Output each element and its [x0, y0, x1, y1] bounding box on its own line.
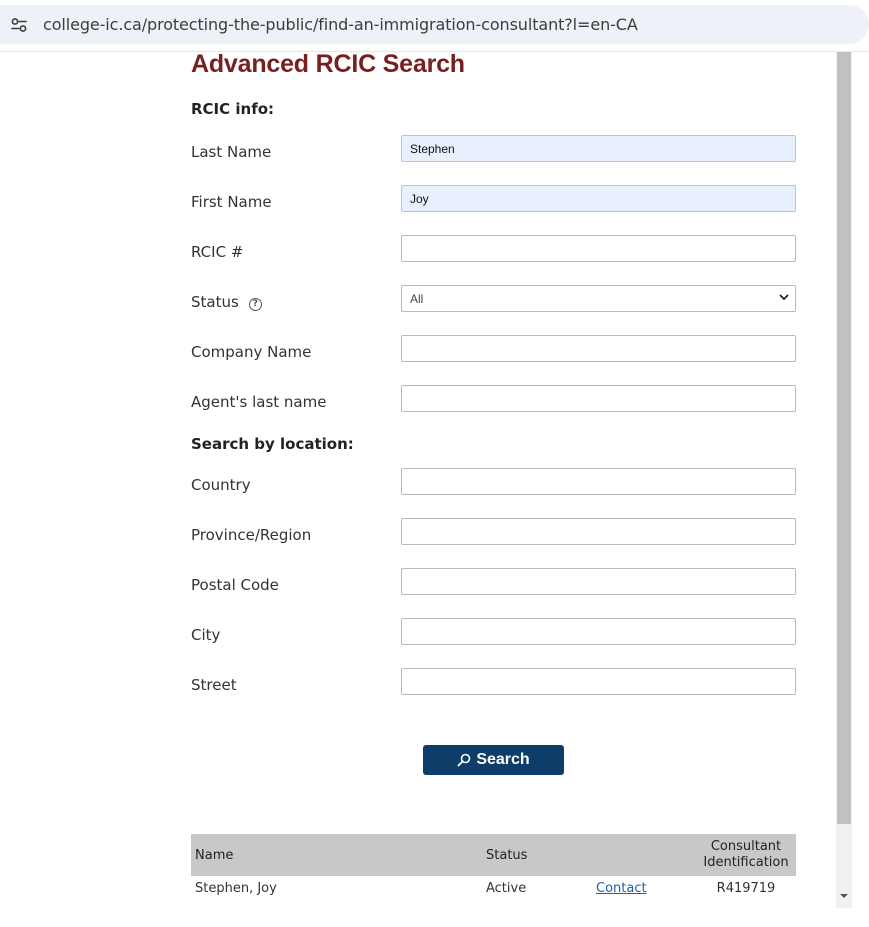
- result-name: Stephen, Joy: [195, 880, 277, 896]
- results-table: Name Status Consultant Identification St…: [191, 834, 796, 900]
- status-label: Status: [191, 293, 239, 311]
- column-header-status: Status: [482, 834, 592, 876]
- rcic-number-input[interactable]: [401, 235, 796, 262]
- first-name-input[interactable]: [401, 185, 796, 212]
- site-info-icon[interactable]: [8, 14, 30, 36]
- country-input[interactable]: [401, 468, 796, 495]
- search-icon: [457, 753, 471, 767]
- column-header-consultant-id-line1: Consultant: [710, 839, 782, 854]
- search-button-label: Search: [476, 751, 530, 768]
- first-name-label: First Name: [191, 193, 272, 211]
- city-input[interactable]: [401, 618, 796, 645]
- results-header-row: Name Status Consultant Identification: [191, 834, 796, 876]
- status-select-value: All: [410, 292, 424, 306]
- url-text[interactable]: college-ic.ca/protecting-the-public/find…: [43, 15, 638, 34]
- contact-link[interactable]: Contact: [596, 881, 647, 896]
- result-status: Active: [486, 880, 527, 896]
- agent-last-name-input[interactable]: [401, 385, 796, 412]
- status-label-group: Status?: [191, 293, 262, 311]
- province-input[interactable]: [401, 518, 796, 545]
- search-button[interactable]: Search: [423, 745, 564, 775]
- postal-code-input[interactable]: [401, 568, 796, 595]
- postal-code-label: Postal Code: [191, 576, 279, 594]
- page-title: Advanced RCIC Search: [191, 50, 465, 78]
- column-header-contact: [592, 834, 696, 876]
- browser-address-bar: college-ic.ca/protecting-the-public/find…: [0, 0, 869, 52]
- status-select[interactable]: All: [401, 285, 796, 312]
- column-header-consultant-id: Consultant Identification: [696, 834, 796, 876]
- rcic-number-label: RCIC #: [191, 243, 244, 261]
- section-heading-location: Search by location:: [191, 435, 354, 453]
- street-label: Street: [191, 676, 237, 694]
- column-header-consultant-id-line2: Identification: [703, 855, 789, 870]
- url-omnibox[interactable]: college-ic.ca/protecting-the-public/find…: [0, 5, 869, 44]
- scrollbar-thumb[interactable]: [837, 52, 851, 824]
- city-label: City: [191, 626, 221, 644]
- column-header-name: Name: [191, 834, 482, 876]
- chevron-down-icon: [779, 294, 789, 301]
- last-name-input[interactable]: [401, 135, 796, 162]
- company-name-label: Company Name: [191, 343, 312, 361]
- question-circle-icon[interactable]: ?: [248, 298, 262, 311]
- country-label: Country: [191, 476, 251, 494]
- table-row: Stephen, Joy Active Contact R419719: [191, 876, 796, 900]
- section-heading-rcic-info: RCIC info:: [191, 100, 275, 118]
- company-name-input[interactable]: [401, 335, 796, 362]
- street-input[interactable]: [401, 668, 796, 695]
- result-consultant-id: R419719: [716, 880, 776, 896]
- last-name-label: Last Name: [191, 143, 272, 161]
- scroll-down-arrow-icon[interactable]: [838, 890, 850, 902]
- agent-last-name-label: Agent's last name: [191, 393, 327, 411]
- province-label: Province/Region: [191, 526, 312, 544]
